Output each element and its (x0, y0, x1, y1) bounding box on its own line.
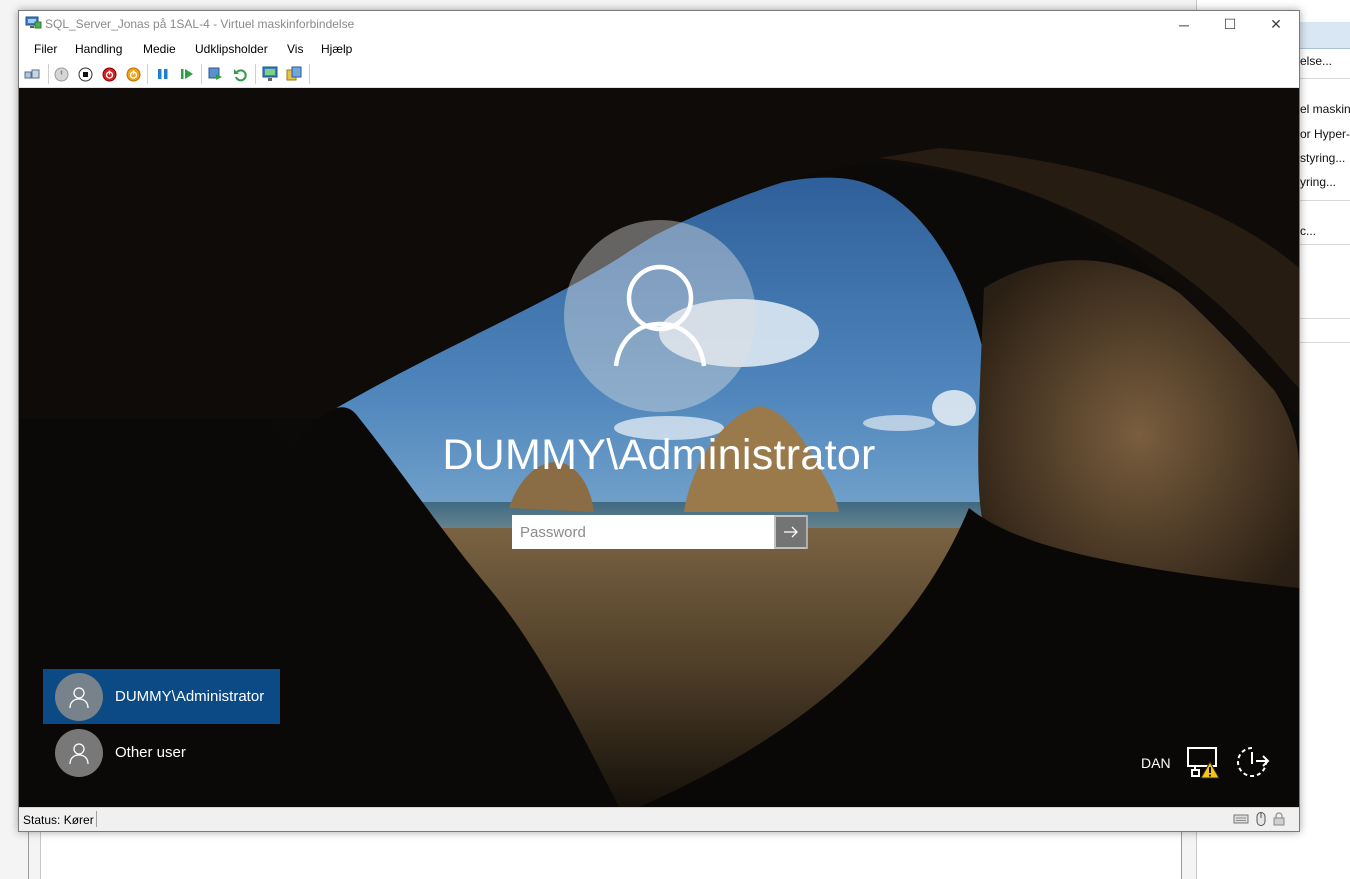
toolbar-separator (48, 64, 49, 84)
close-icon: ✕ (1270, 16, 1282, 32)
action-item[interactable]: yring... (1300, 175, 1336, 189)
ctrl-alt-del-icon[interactable] (24, 66, 40, 82)
background-divider (1181, 832, 1182, 879)
action-separator (1300, 78, 1350, 79)
window-title: SQL_Server_Jonas på 1SAL-4 - Virtuel mas… (45, 17, 355, 31)
login-username: DUMMY\Administrator (442, 431, 876, 479)
maximize-button[interactable]: ☐ (1207, 11, 1253, 38)
vm-connection-window: SQL_Server_Jonas på 1SAL-4 - Virtuel mas… (18, 10, 1300, 832)
revert-icon[interactable] (232, 66, 248, 82)
toolbar-separator (147, 64, 148, 84)
network-warning-icon[interactable] (1186, 746, 1222, 780)
password-box (512, 515, 808, 549)
user-tile-other-user[interactable]: Other user (43, 725, 280, 780)
action-item[interactable]: or Hyper-V (1300, 127, 1350, 141)
password-input[interactable] (514, 517, 774, 547)
action-separator (1300, 244, 1350, 245)
action-item[interactable]: else... (1300, 54, 1332, 68)
user-tile-administrator[interactable]: DUMMY\Administrator (43, 669, 280, 724)
shutdown-icon[interactable] (101, 66, 117, 82)
background-pane (41, 832, 1181, 879)
language-indicator[interactable]: DAN (1141, 755, 1171, 771)
checkpoint-icon[interactable] (208, 66, 224, 82)
status-bar: Status: Kører (19, 807, 1299, 831)
user-avatar (55, 729, 103, 777)
arrow-right-icon (784, 526, 798, 538)
start-icon[interactable] (53, 66, 69, 82)
close-button[interactable]: ✕ (1253, 11, 1299, 38)
user-tile-label: Other user (115, 744, 186, 761)
menu-media[interactable]: Medie (143, 42, 176, 56)
menu-help[interactable]: Hjælp (321, 42, 352, 56)
status-text: Status: Kører (23, 813, 94, 827)
turn-off-icon[interactable] (77, 66, 93, 82)
status-separator (96, 811, 97, 827)
menu-bar: Filer Handling Medie Udklipsholder Vis H… (19, 38, 1299, 60)
power-icon[interactable] (1234, 744, 1270, 780)
mouse-icon (1256, 812, 1266, 826)
menu-clipboard[interactable]: Udklipsholder (195, 42, 268, 56)
minimize-icon: ─ (1179, 16, 1189, 33)
toolbar-separator (255, 64, 256, 84)
maximize-icon: ☐ (1223, 16, 1237, 32)
background-divider (40, 830, 41, 879)
toolbar (19, 60, 1299, 88)
action-separator (1300, 200, 1350, 201)
lock-icon (1273, 812, 1285, 826)
user-icon (69, 687, 89, 709)
menu-action[interactable]: Handling (75, 42, 122, 56)
resume-icon[interactable] (179, 66, 195, 82)
user-avatar (55, 673, 103, 721)
user-icon (613, 264, 707, 367)
menu-file[interactable]: Filer (34, 42, 57, 56)
keyboard-icon (1233, 814, 1249, 824)
background-divider (28, 830, 29, 879)
share-icon[interactable] (286, 66, 302, 82)
action-separator (1300, 342, 1350, 343)
action-item[interactable]: styring... (1300, 151, 1345, 165)
submit-button[interactable] (774, 515, 808, 549)
enhanced-session-icon[interactable] (262, 66, 278, 82)
toolbar-separator (201, 64, 202, 84)
toolbar-separator (309, 64, 310, 84)
action-item[interactable]: c... (1300, 224, 1316, 238)
save-icon[interactable] (125, 66, 141, 82)
user-icon (69, 743, 89, 765)
pause-icon[interactable] (155, 66, 171, 82)
action-item[interactable]: el maskin (1300, 102, 1350, 116)
vm-connection-icon (25, 16, 42, 29)
title-bar[interactable]: SQL_Server_Jonas på 1SAL-4 - Virtuel mas… (19, 11, 1299, 38)
user-avatar-large (564, 220, 756, 412)
action-separator (1300, 318, 1350, 319)
menu-view[interactable]: Vis (287, 42, 303, 56)
minimize-button[interactable]: ─ (1161, 11, 1207, 38)
vm-screen[interactable]: DUMMY\Administrator DUMMY\Administrator (19, 88, 1299, 807)
user-tile-label: DUMMY\Administrator (115, 688, 265, 705)
